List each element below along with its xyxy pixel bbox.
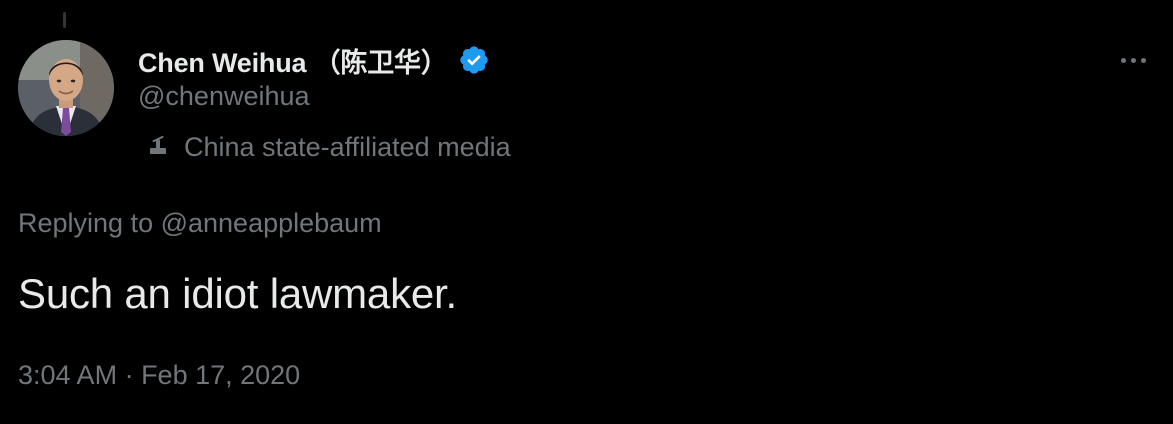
replying-to-prefix: Replying to — [18, 208, 161, 238]
tweet-time-link[interactable]: 3:04 AM — [18, 360, 117, 390]
more-dot-icon — [1130, 57, 1136, 63]
tweet-timestamp: 3:04 AM · Feb 17, 2020 — [18, 360, 300, 391]
affiliation-label-text: China state-affiliated media — [184, 131, 511, 162]
thread-connector-line — [63, 12, 66, 28]
avatar[interactable] — [18, 40, 114, 136]
meta-separator: · — [117, 360, 142, 390]
author-handle[interactable]: @chenweihua — [138, 81, 310, 112]
more-dot-icon — [1140, 57, 1146, 63]
more-options-button[interactable] — [1115, 46, 1151, 74]
microphone-icon — [150, 135, 166, 154]
more-dot-icon — [1120, 57, 1126, 63]
tweet-date-link[interactable]: Feb 17, 2020 — [141, 360, 300, 390]
author-name-row: Chen Weihua （陈卫华） — [138, 40, 490, 80]
person-avatar-icon — [18, 40, 114, 136]
author-display-name[interactable]: Chen Weihua （陈卫华） — [138, 41, 448, 80]
state-media-label[interactable]: China state-affiliated media — [146, 128, 511, 166]
replying-to: Replying to @anneapplebaum — [18, 208, 382, 239]
verified-badge-icon[interactable] — [458, 44, 490, 76]
tweet-text: Such an idiot lawmaker. — [18, 270, 457, 317]
reply-mention-link[interactable]: @anneapplebaum — [161, 208, 382, 238]
